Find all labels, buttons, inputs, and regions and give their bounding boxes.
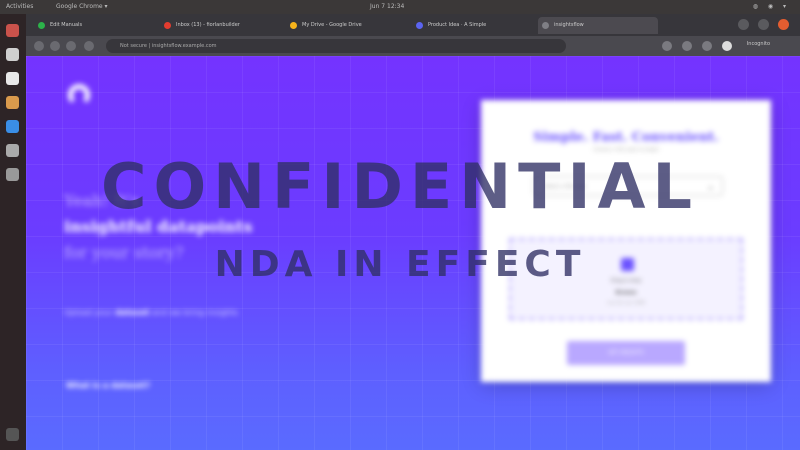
close-icon[interactable]: [778, 19, 789, 30]
maximize-icon[interactable]: [758, 19, 769, 30]
extension-icon[interactable]: [702, 41, 712, 51]
nda-overlay-text: NDA IN EFFECT: [214, 244, 586, 285]
show-apps-icon[interactable]: [6, 428, 19, 441]
upload-text-end: and we bring insights: [152, 308, 239, 317]
app-menu[interactable]: Google Chrome ▾: [56, 3, 108, 10]
extension-icon[interactable]: [662, 41, 672, 51]
browser-tab-active[interactable]: insightsflow: [538, 17, 658, 34]
get-insights-button[interactable]: GET INSIGHTS: [567, 341, 685, 365]
tab-strip: Edit Manuals Inbox (13) - fiorlanbuilder…: [26, 14, 800, 36]
reload-icon[interactable]: [66, 41, 76, 51]
browser-tab[interactable]: Edit Manuals: [34, 17, 154, 34]
system-tray[interactable]: ◍ ◉ ▾: [753, 3, 790, 10]
url-input[interactable]: Not secure | insightsflow.example.com: [106, 39, 566, 53]
application-dock: [0, 14, 26, 450]
upload-bold-text: dataset: [115, 308, 150, 317]
system-top-bar: Activities Google Chrome ▾ Jun 7 12:34 ◍…: [0, 0, 800, 14]
address-toolbar: Not secure | insightsflow.example.com In…: [26, 36, 800, 56]
tab-label: Edit Manuals: [50, 22, 83, 28]
tab-label: Inbox (13) - fiorlanbuilder: [176, 22, 240, 28]
upload-text: Upload your: [64, 308, 113, 317]
upload-description: Upload your dataset and we bring insight…: [64, 308, 238, 317]
upload-card: Simple. Fast. Convenient. choose a file …: [481, 100, 771, 382]
card-title: Simple. Fast. Convenient.: [533, 130, 719, 145]
home-icon[interactable]: [84, 41, 94, 51]
tab-label: insightsflow: [554, 22, 584, 28]
back-icon[interactable]: [34, 41, 44, 51]
what-is-dataset-link[interactable]: What is a dataset?: [66, 381, 150, 390]
tab-favicon-icon: [164, 22, 171, 29]
tab-favicon-icon: [416, 22, 423, 29]
logo-icon[interactable]: [68, 84, 90, 106]
tab-label: Product Idea · A Simple: [428, 22, 487, 28]
chrome-dock-icon[interactable]: [6, 48, 19, 61]
tab-favicon-icon: [38, 22, 45, 29]
browser-tab[interactable]: My Drive - Google Drive: [286, 17, 406, 34]
extension-icon[interactable]: [682, 41, 692, 51]
browser-dock-icon[interactable]: [6, 24, 19, 37]
tab-label: My Drive - Google Drive: [302, 22, 362, 28]
confidential-overlay-text: CONFIDENTIAL: [100, 150, 700, 223]
browse-link[interactable]: Browse: [511, 290, 741, 296]
activities-button[interactable]: Activities: [6, 3, 33, 10]
profile-label[interactable]: Incognito: [747, 41, 770, 47]
forward-icon[interactable]: [50, 41, 60, 51]
browser-tab[interactable]: Inbox (13) - fiorlanbuilder: [160, 17, 280, 34]
files-dock-icon[interactable]: [6, 72, 19, 85]
browser-tab[interactable]: Product Idea · A Simple: [412, 17, 532, 34]
clock[interactable]: Jun 7 12:34: [370, 3, 404, 10]
drop-hint: max file size 10MB: [607, 300, 645, 305]
code-dock-icon[interactable]: [6, 120, 19, 133]
tab-favicon-icon: [290, 22, 297, 29]
profile-avatar-icon[interactable]: [722, 41, 732, 51]
app-dock-icon[interactable]: [6, 96, 19, 109]
tab-favicon-icon: [542, 22, 549, 29]
minimize-icon[interactable]: [738, 19, 749, 30]
